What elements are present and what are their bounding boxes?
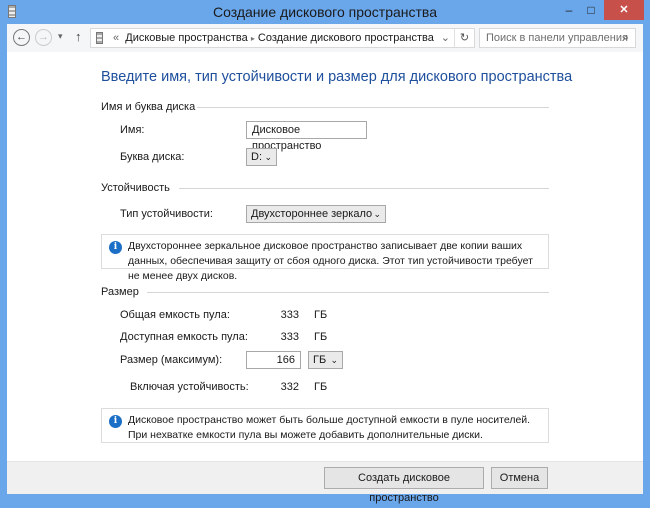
search-input[interactable]: Поиск в панели управления ⌕ [479,28,636,48]
resiliency-type-label: Тип устойчивости: [120,208,213,220]
page-heading: Введите имя, тип устойчивости и размер д… [101,69,573,85]
breadcrumb-arrow-icon[interactable]: ▸ [251,34,255,43]
maximize-button[interactable]: □ [580,0,602,20]
size-info-text: Дисковое пространство может быть больше … [128,414,531,441]
create-storage-space-button[interactable]: Создать дисковое пространство [324,467,484,504]
navigation-bar: ← → ▾ ↑ « Дисковые пространства ▸ Создан… [7,24,643,52]
window-client: ← → ▾ ↑ « Дисковые пространства ▸ Создан… [7,24,643,504]
drive-letter-value: D: [251,151,262,163]
breadcrumb-create[interactable]: Создание дискового пространства [258,32,434,44]
info-icon: i [109,241,122,254]
breadcrumb-storage-spaces[interactable]: Дисковые пространства [125,32,248,44]
size-info-box: i Дисковое пространство может быть больш… [101,408,549,443]
chevron-down-icon: ⌄ [330,355,338,365]
recent-pages-dropdown[interactable]: ▾ [58,31,63,42]
storage-spaces-icon [96,32,103,44]
total-capacity-label: Общая емкость пула: [120,309,230,321]
available-capacity-label: Доступная емкость пула: [120,331,248,343]
total-capacity-unit: ГБ [314,309,328,321]
close-button[interactable]: ✕ [604,0,644,20]
dialog-footer: Создать дисковое пространство Отмена [7,461,643,504]
resiliency-type-select[interactable]: Двухстороннее зеркало ⌄ [246,205,386,223]
up-button[interactable]: ↑ [75,29,82,44]
cancel-button[interactable]: Отмена [491,467,548,489]
including-resiliency-unit: ГБ [314,381,328,393]
drive-letter-label: Буква диска: [120,151,185,163]
chevron-down-icon: ⌄ [373,209,381,219]
chevron-down-icon: ⌄ [264,152,272,162]
size-unit-value: ГБ [313,354,327,366]
address-dropdown[interactable]: ⌄ [441,29,450,47]
refresh-button[interactable]: ↻ [454,29,474,47]
available-capacity-unit: ГБ [314,331,328,343]
including-resiliency-value: 332 [280,381,299,393]
total-capacity-value: 333 [280,309,299,321]
size-label: Размер (максимум): [120,354,223,366]
divider [179,188,549,189]
size-input[interactable]: 166 [246,351,301,369]
available-capacity-value: 333 [280,331,299,343]
back-button[interactable]: ← [13,29,30,46]
divider [197,107,549,108]
name-input[interactable]: Дисковое пространство [246,121,367,152]
window-title: Создание дискового пространства [213,4,437,20]
forward-button[interactable]: → [35,29,52,46]
info-icon: i [109,415,122,428]
search-icon[interactable]: ⌕ [623,29,629,47]
resiliency-info-box: i Двухстороннее зеркальное дисковое прос… [101,234,549,282]
resiliency-type-value: Двухстороннее зеркало [251,208,373,220]
section-resiliency: Устойчивость [101,182,170,194]
including-resiliency-label: Включая устойчивость: [130,381,249,393]
section-size: Размер [101,286,139,298]
breadcrumb-overflow[interactable]: « [113,32,119,44]
minimize-button[interactable]: – [558,0,580,20]
section-name-letter: Имя и буква диска [101,101,196,113]
drive-letter-select[interactable]: D: ⌄ [246,148,277,166]
divider [147,292,549,293]
address-bar[interactable]: « Дисковые пространства ▸ Создание диско… [90,28,475,48]
name-label: Имя: [120,124,145,136]
search-placeholder: Поиск в панели управления [486,32,628,44]
size-unit-select[interactable]: ГБ ⌄ [308,351,343,369]
resiliency-info-text: Двухстороннее зеркальное дисковое простр… [128,240,533,282]
